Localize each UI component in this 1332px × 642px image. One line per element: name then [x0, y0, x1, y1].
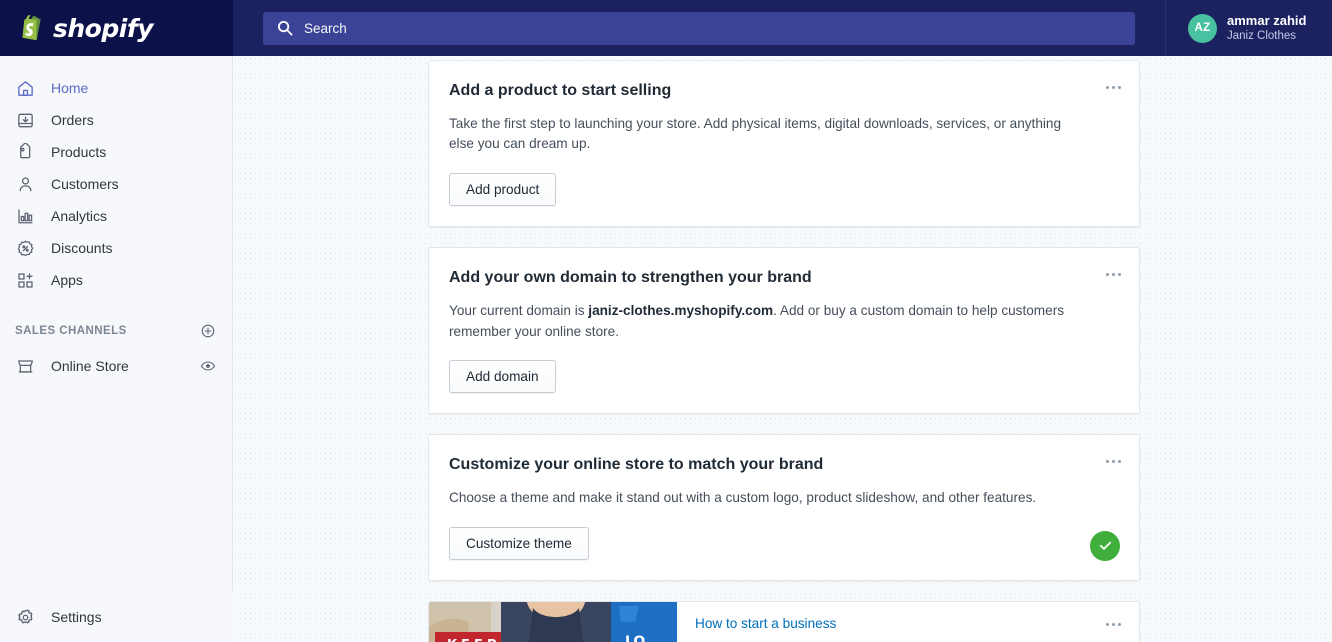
sidebar-nav-list: Home Orders Products Customers Analytics…: [0, 56, 232, 296]
eye-icon[interactable]: [199, 357, 217, 375]
sidebar-item-label: Orders: [51, 112, 94, 128]
shopify-bag-icon: [16, 12, 46, 44]
user-info: ammar zahid Janiz Clothes: [1227, 13, 1306, 44]
store-name: Janiz Clothes: [1227, 29, 1297, 42]
orders-icon: [15, 110, 35, 130]
sales-channels-title: SALES CHANNELS: [15, 325, 127, 337]
sidebar-item-label: Home: [51, 80, 89, 96]
svg-text:LO: LO: [625, 634, 645, 642]
card-title: Add your own domain to strengthen your b…: [449, 269, 812, 287]
kebab-menu-icon[interactable]: [1101, 453, 1125, 469]
sidebar-item-label: Analytics: [51, 208, 108, 224]
avatar: AZ: [1188, 13, 1217, 43]
kebab-menu-icon[interactable]: [1101, 617, 1125, 633]
card-body: Take the first step to launching your st…: [449, 115, 1062, 152]
check-circle-icon: [1090, 530, 1120, 561]
plus-circle-icon[interactable]: [199, 322, 217, 340]
blog-title-link[interactable]: How to start a business: [695, 616, 1121, 631]
sidebar-item-label: Apps: [51, 272, 83, 288]
user-menu[interactable]: AZ ammar zahid Janiz Clothes: [1165, 0, 1332, 56]
onboarding-card-add-product: Add a product to start selling Take the …: [428, 60, 1140, 228]
svg-text:E: E: [461, 638, 470, 642]
sidebar-item-label: Online Store: [51, 358, 129, 374]
sidebar-item-analytics[interactable]: Analytics: [0, 200, 232, 232]
sidebar-item-apps[interactable]: Apps: [0, 264, 232, 296]
sidebar-item-customers[interactable]: Customers: [0, 168, 232, 200]
onboarding-card-add-domain: Add your own domain to strengthen your b…: [428, 247, 1140, 415]
shopify-wordmark: shopify: [53, 13, 154, 43]
main-content: Add a product to start selling Take the …: [233, 56, 1332, 642]
customize-theme-button[interactable]: Customize theme: [449, 526, 589, 560]
kebab-menu-icon[interactable]: [1101, 79, 1125, 95]
online-store-icon: [15, 357, 35, 376]
sidebar-item-orders[interactable]: Orders: [0, 104, 232, 136]
shopify-logo[interactable]: shopify: [0, 0, 233, 56]
onboarding-card-customize-theme: Customize your online store to match you…: [428, 434, 1140, 581]
current-domain-value: janiz-clothes.myshopify.com: [588, 302, 774, 318]
products-tag-icon: [15, 142, 35, 162]
onboarding-card-column: Add a product to start selling Take the …: [428, 60, 1140, 642]
sales-channels-section-header: SALES CHANNELS: [0, 316, 232, 346]
discounts-percent-icon: [15, 238, 35, 258]
gear-icon: [15, 608, 35, 627]
search-input[interactable]: Search: [263, 11, 1135, 45]
sidebar-item-discounts[interactable]: Discounts: [0, 232, 232, 264]
sidebar-item-products[interactable]: Products: [0, 136, 232, 168]
user-name: ammar zahid: [1227, 12, 1307, 28]
card-body: Your current domain is janiz-clothes.mys…: [449, 301, 1119, 342]
sidebar-item-label: Products: [51, 144, 107, 160]
search-icon: [277, 20, 293, 36]
blog-text-block: How to start a business How I built an o…: [677, 602, 1139, 642]
blog-card[interactable]: K E E P C A L: [428, 600, 1140, 642]
svg-text:K: K: [447, 638, 458, 642]
card-body: Choose a theme and make it stand out wit…: [449, 490, 1037, 506]
sidebar-item-home[interactable]: Home: [0, 72, 232, 104]
add-product-button[interactable]: Add product: [449, 173, 557, 207]
home-icon: [15, 78, 35, 98]
card-title: Customize your online store to match you…: [449, 456, 824, 474]
svg-text:P: P: [487, 638, 497, 642]
sidebar-item-label: Settings: [51, 609, 102, 625]
blog-thumbnail-image: K E E P C A L: [429, 601, 677, 642]
add-domain-button[interactable]: Add domain: [449, 360, 556, 394]
analytics-bar-chart-icon: [15, 206, 35, 226]
search-area: Search: [233, 0, 1165, 56]
card-body-pre: Your current domain is: [449, 302, 589, 318]
top-navigation-bar: shopify Search AZ ammar zahid Janiz Clot…: [0, 0, 1332, 56]
search-placeholder-text: Search: [304, 20, 347, 36]
customers-person-icon: [15, 174, 35, 194]
kebab-menu-icon[interactable]: [1101, 266, 1125, 282]
sidebar-item-label: Discounts: [51, 240, 113, 256]
sidebar: Home Orders Products Customers Analytics…: [0, 56, 233, 642]
svg-text:E: E: [474, 638, 483, 642]
sidebar-item-label: Customers: [51, 176, 119, 192]
sidebar-item-settings[interactable]: Settings: [0, 592, 233, 642]
card-title: Add a product to start selling: [449, 82, 672, 99]
apps-grid-plus-icon: [15, 270, 35, 290]
sidebar-item-online-store[interactable]: Online Store: [0, 350, 232, 382]
